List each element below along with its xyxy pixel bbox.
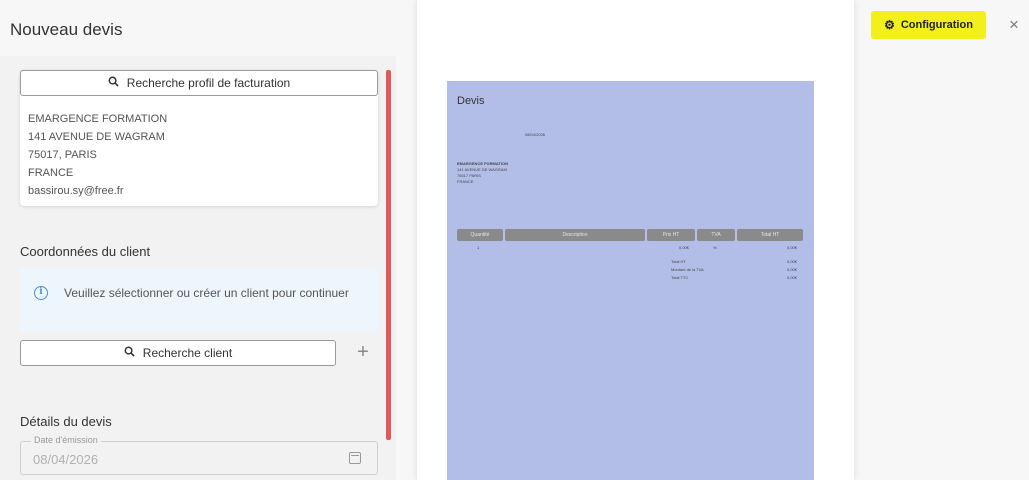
client-search-button[interactable]: Recherche client: [20, 340, 336, 366]
client-section-title: Coordonnées du client: [20, 244, 151, 259]
calendar-icon[interactable]: [349, 452, 361, 464]
close-icon[interactable]: ×: [1009, 15, 1019, 35]
configuration-label: Configuration: [900, 19, 973, 31]
preview-total-value: 0,00€: [787, 267, 798, 272]
preview-row-quantity: 1: [477, 245, 480, 250]
preview-table-header: TVA: [697, 229, 735, 241]
client-info-alert: i Veuillez sélectionner ou créer un clie…: [20, 268, 378, 332]
preview-row-total: 0,00€: [787, 245, 798, 250]
address-line: 141 AVENUE DE WAGRAM: [28, 131, 165, 143]
issue-date-value: 08/04/2026: [33, 452, 99, 467]
configuration-button[interactable]: ⚙ Configuration: [871, 11, 986, 39]
client-search-label: Recherche client: [142, 346, 233, 360]
preview-table-header: Prix HT: [647, 229, 695, 241]
preview-table-header: Total HT: [737, 229, 803, 241]
info-icon: i: [34, 286, 48, 300]
page-title: Nouveau devis: [10, 20, 123, 39]
client-info-message: Veuillez sélectionner ou créer un client…: [64, 286, 349, 300]
address-line: FRANCE: [28, 167, 74, 179]
preview-total-value: 0,00€: [787, 275, 798, 280]
gear-icon: ⚙: [884, 18, 895, 32]
billing-profile-search-button[interactable]: Recherche profil de facturation: [20, 70, 378, 96]
search-icon: [108, 76, 119, 90]
issue-date-label: Date d'émission: [31, 435, 101, 445]
preview-client-line: FRANCE: [457, 179, 474, 184]
billing-profile-search-label: Recherche profil de facturation: [126, 76, 291, 90]
preview-row-vat: %: [713, 245, 717, 250]
address-email: bassirou.sy@free.fr: [28, 185, 124, 197]
quote-details-title: Détails du devis: [20, 414, 112, 429]
preview-date: 08/04/2026: [525, 132, 546, 137]
address-line: 75017, PARIS: [28, 149, 97, 161]
preview-table-header: Quantité: [457, 229, 503, 241]
billing-profile-card: Recherche profil de facturation EMARGENC…: [20, 70, 378, 206]
preview-total-label: Montant de la TVA: [671, 267, 704, 272]
preview-row-price: 0,00€: [679, 245, 690, 250]
address-line: EMARGENCE FORMATION: [28, 113, 168, 125]
preview-total-value: 0,00€: [787, 259, 798, 264]
preview-table-header: Description: [505, 229, 645, 241]
scrollbar-thumb[interactable]: [386, 70, 391, 440]
preview-total-label: Total HT: [671, 259, 686, 264]
add-client-button[interactable]: +: [352, 342, 374, 364]
preview-total-label: Total TTC: [671, 275, 689, 280]
quote-preview-sheet: Devis 08/04/2026 EMARGENCE FORMATION 141…: [447, 81, 814, 480]
preview-title: Devis: [457, 95, 485, 107]
issue-date-field[interactable]: Date d'émission 08/04/2026: [20, 435, 378, 475]
search-icon: [124, 346, 135, 360]
billing-address: EMARGENCE FORMATION 141 AVENUE DE WAGRAM…: [28, 110, 167, 200]
